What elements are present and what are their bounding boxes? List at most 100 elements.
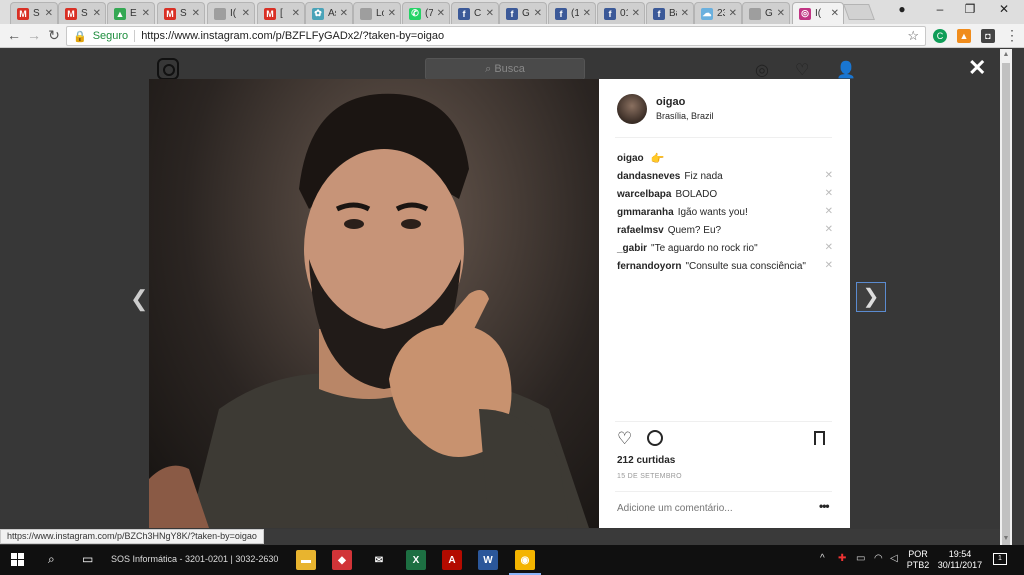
delete-comment-icon[interactable]: ✕ (825, 188, 833, 199)
tab-close-icon[interactable]: ✕ (242, 8, 250, 19)
tab-close-icon[interactable]: ✕ (292, 8, 300, 19)
delete-comment-icon[interactable]: ✕ (825, 170, 833, 181)
windows-start-icon[interactable] (11, 553, 25, 567)
more-options-icon[interactable]: ••• (819, 499, 830, 513)
tab-close-icon[interactable]: ✕ (729, 8, 737, 19)
comment-username[interactable]: rafaelmsv (617, 225, 664, 236)
extension-dark-icon[interactable]: ◘ (981, 29, 995, 43)
browser-tab[interactable]: I(✕ (207, 2, 255, 24)
notification-center-icon[interactable]: 1 (993, 553, 1007, 565)
comment-username[interactable]: fernandoyorn (617, 261, 681, 272)
avatar[interactable] (617, 94, 647, 124)
back-button[interactable]: ← (6, 27, 22, 43)
chrome-icon[interactable]: ◉ (509, 550, 541, 575)
close-window-button[interactable]: ✕ (994, 2, 1014, 16)
instagram-logo-icon[interactable] (157, 58, 179, 80)
profile-person-icon[interactable]: 👤 (836, 60, 856, 80)
file-explorer-icon[interactable]: ▬ (296, 550, 316, 570)
tab-close-icon[interactable]: ✕ (583, 8, 591, 19)
scroll-up-arrow-icon[interactable]: ▲ (1000, 51, 1012, 58)
tab-close-icon[interactable]: ✕ (340, 8, 348, 19)
bookmark-app-icon[interactable]: ◆ (332, 550, 352, 570)
delete-comment-icon[interactable]: ✕ (825, 260, 833, 271)
scroll-down-arrow-icon[interactable]: ▼ (1000, 535, 1012, 542)
browser-tab[interactable]: M S ✕ (10, 2, 58, 24)
browser-tab[interactable]: Gest ✕ (742, 2, 790, 24)
post-photo[interactable] (149, 79, 599, 528)
acrobat-icon[interactable]: A (442, 550, 462, 570)
new-tab-button[interactable] (843, 4, 875, 20)
caption-username[interactable]: oigao (617, 153, 644, 164)
maximize-button[interactable]: ❐ (960, 2, 980, 16)
tab-close-icon[interactable]: ✕ (45, 8, 53, 19)
extension-green-icon[interactable]: C (933, 29, 947, 43)
search-icon[interactable]: ⌕ (48, 552, 55, 567)
like-heart-icon[interactable]: ♡ (617, 429, 632, 449)
delete-comment-icon[interactable]: ✕ (825, 206, 833, 217)
taskbar-pinned-text[interactable]: SOS Informática - 3201-0201 | 3032-2630 (111, 554, 278, 564)
comment-username[interactable]: _gabir (617, 243, 647, 254)
delete-comment-icon[interactable]: ✕ (825, 242, 833, 253)
browser-tab[interactable]: f CULT ✕ (451, 2, 499, 24)
word-icon[interactable]: W (478, 550, 498, 570)
browser-tab[interactable]: ◎ I(✕ (792, 2, 844, 24)
page-scrollbar[interactable]: ▲ ▼ (1000, 49, 1012, 563)
add-comment-input[interactable] (617, 503, 807, 514)
browser-tab[interactable]: f (1) P ✕ (548, 2, 596, 24)
tab-close-icon[interactable]: ✕ (437, 8, 445, 19)
menu-icon[interactable]: ⋮ (1004, 27, 1020, 44)
tab-close-icon[interactable]: ✕ (831, 8, 839, 19)
tab-close-icon[interactable]: ✕ (632, 8, 640, 19)
save-bookmark-icon[interactable] (814, 431, 825, 445)
previous-post-chevron-icon[interactable]: ❮ (130, 286, 148, 312)
browser-tab[interactable]: f 01/1 ✕ (597, 2, 645, 24)
post-location[interactable]: Brasília, Brazil (656, 111, 714, 121)
delete-comment-icon[interactable]: ✕ (825, 224, 833, 235)
language-indicator[interactable]: POR PTB2 (905, 549, 931, 571)
post-username[interactable]: oigao (656, 96, 685, 108)
bookmark-star-icon[interactable]: ☆ (907, 28, 919, 44)
browser-tab[interactable]: ✆ (72) ✕ (402, 2, 450, 24)
browser-tab[interactable]: M S ✕ (58, 2, 106, 24)
browser-tab[interactable]: ▲ E ✕ (107, 2, 155, 24)
close-modal-icon[interactable]: ✕ (968, 55, 986, 81)
browser-tab[interactable]: ✿ Assi ✕ (305, 2, 353, 24)
battery-icon[interactable]: ▭ (856, 553, 865, 564)
browser-tab[interactable]: ☁ 23 S ✕ (694, 2, 742, 24)
browser-tab[interactable]: f Gest ✕ (499, 2, 547, 24)
likes-count[interactable]: 212 curtidas (617, 455, 675, 466)
minimize-button[interactable]: – (930, 2, 950, 16)
reload-button[interactable]: ↻ (46, 27, 62, 44)
extension-orange-icon[interactable]: ▲ (957, 29, 971, 43)
profile-icon[interactable]: ● (892, 2, 912, 16)
tab-close-icon[interactable]: ✕ (93, 8, 101, 19)
tab-close-icon[interactable]: ✕ (192, 8, 200, 19)
clock[interactable]: 19:54 30/11/2017 (935, 549, 985, 571)
comment-bubble-icon[interactable] (647, 430, 663, 446)
browser-tab[interactable]: Logi ✕ (353, 2, 401, 24)
browser-tab[interactable]: M [✕ (257, 2, 305, 24)
tab-close-icon[interactable]: ✕ (534, 8, 542, 19)
excel-icon[interactable]: X (406, 550, 426, 570)
tray-expand-icon[interactable]: ^ (820, 553, 825, 564)
volume-icon[interactable]: ◁ (890, 553, 898, 564)
tab-close-icon[interactable]: ✕ (777, 8, 785, 19)
address-bar[interactable]: 🔒 Seguro https://www.instagram.com/p/BZF… (66, 26, 926, 46)
tab-close-icon[interactable]: ✕ (486, 8, 494, 19)
tab-close-icon[interactable]: ✕ (681, 8, 689, 19)
comment-username[interactable]: gmmaranha (617, 207, 674, 218)
explore-compass-icon[interactable]: ◎ (755, 60, 769, 80)
comment-username[interactable]: warcelbapa (617, 189, 671, 200)
tab-close-icon[interactable]: ✕ (142, 8, 150, 19)
url-text[interactable]: https://www.instagram.com/p/BZFLFyGADx2/… (141, 30, 901, 42)
tab-close-icon[interactable]: ✕ (388, 8, 396, 19)
browser-tab[interactable]: M S ✕ (157, 2, 205, 24)
task-view-icon[interactable]: ▭ (82, 552, 93, 566)
scroll-thumb[interactable] (1002, 63, 1010, 563)
activity-heart-icon[interactable]: ♡ (795, 60, 809, 80)
browser-tab[interactable]: f Back ✕ (646, 2, 694, 24)
wifi-icon[interactable]: ◠ (874, 553, 883, 564)
forward-button[interactable]: → (26, 27, 42, 43)
tray-app-icon[interactable]: ✚ (838, 553, 846, 564)
comment-username[interactable]: dandasneves (617, 171, 680, 182)
